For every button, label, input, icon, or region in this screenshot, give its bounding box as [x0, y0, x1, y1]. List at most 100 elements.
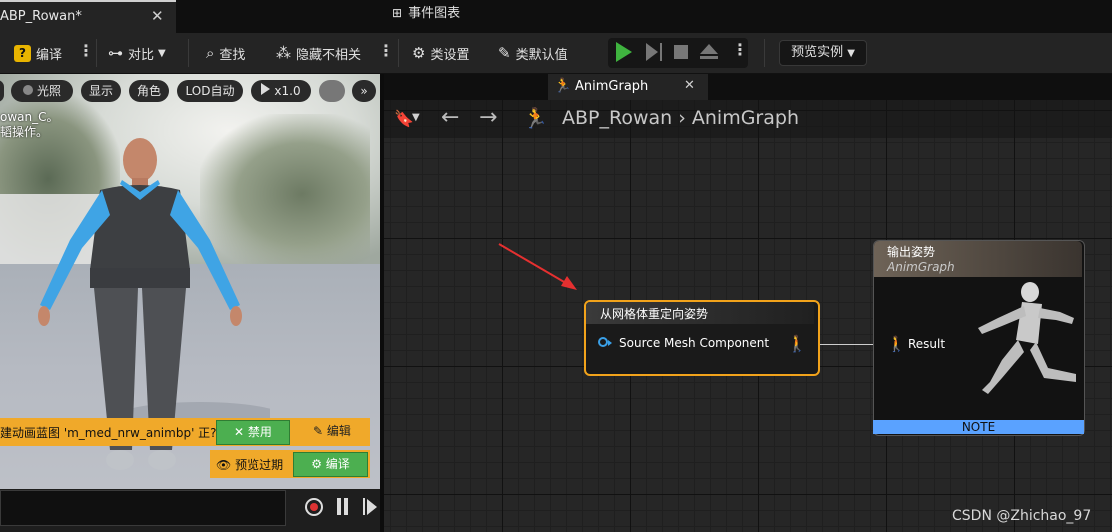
diff-label: 对比 [128, 47, 155, 63]
tab-label: 事件图表 [408, 6, 461, 21]
preview-viewport[interactable]: 光照 显示 角色 LOD自动 x1.0 » owan_C。 韬操作。 建动画蓝图… [0, 74, 380, 532]
hide-unrelated-label: 隐藏不相关 [296, 47, 362, 63]
event-graph-icon: ⊞ [392, 6, 403, 20]
stop-icon[interactable] [674, 45, 688, 59]
find-label: 查找 [219, 47, 246, 63]
class-settings-button[interactable]: ⚙ 类设置 [412, 33, 469, 73]
hide-unrelated-button[interactable]: ⁂ 隐藏不相关 [276, 33, 361, 73]
pause-icon[interactable] [337, 498, 341, 515]
close-icon[interactable]: ✕ [151, 7, 164, 25]
main-toolbar: ? 编译 ⋮ ⊶ 对比 ▼ ⌕ 查找 ⁂ 隐藏不相关 ⋮ ⚙ 类设置 ✎ 类默认… [0, 33, 1112, 74]
diff-button[interactable]: ⊶ 对比 ▼ [108, 33, 166, 73]
back-arrow-icon[interactable]: ← [441, 105, 459, 130]
lod-button[interactable]: LOD自动 [177, 80, 243, 102]
output-node-subtitle: AnimGraph [887, 260, 955, 274]
edit-button[interactable]: ✎ 编辑 [298, 420, 366, 443]
lighting-icon [22, 85, 33, 95]
disable-label: 禁用 [247, 425, 272, 439]
character-button[interactable]: 角色 [129, 80, 169, 102]
running-man-icon: 🏃 [523, 106, 548, 130]
class-defaults-button[interactable]: ✎ 类默认值 [498, 33, 568, 73]
annotation-arrow [498, 243, 577, 290]
hide-unrelated-icon: ⁂ [276, 44, 291, 62]
step-forward-bar [363, 498, 365, 515]
note-bar: NOTE [873, 420, 1084, 434]
breadcrumb-graph[interactable]: AnimGraph [692, 107, 799, 129]
play-controls: ⋮ [608, 38, 748, 68]
running-mannequin-icon [978, 282, 1076, 394]
step-icon[interactable] [646, 43, 658, 61]
play-options-icon[interactable]: ⋮ [732, 40, 748, 59]
pin-button[interactable] [319, 80, 345, 102]
breadcrumb-blueprint[interactable]: ABP_Rowan [562, 107, 672, 129]
eject-icon[interactable] [700, 44, 718, 54]
document-tab[interactable]: ABP_Rowan* ✕ [0, 0, 176, 33]
diff-icon: ⊶ [108, 44, 123, 62]
class-defaults-label: 类默认值 [515, 47, 568, 63]
tab-label: AnimGraph [575, 79, 649, 94]
forward-arrow-icon[interactable]: → [479, 105, 497, 130]
chevron-down-icon: ▼ [847, 48, 855, 59]
show-button[interactable]: 显示 [81, 80, 121, 102]
step-bar-icon [660, 43, 662, 61]
compile-preview-button[interactable]: ⚙ 编译 [293, 452, 368, 477]
pause-icon-bar [344, 498, 348, 515]
chevron-right-icon: » [360, 84, 368, 98]
disable-button[interactable]: ✕ 禁用 [216, 420, 290, 445]
pose-output-pin-icon[interactable]: 🚶 [787, 334, 807, 353]
eject-bar-icon [700, 56, 718, 59]
record-icon[interactable] [305, 498, 323, 516]
result-pin-label: Result [908, 337, 946, 351]
close-icon[interactable]: ✕ [684, 78, 695, 93]
output-node-title: 输出姿势 [887, 245, 936, 259]
find-button[interactable]: ⌕ 查找 [206, 33, 245, 73]
close-icon: ✕ [234, 425, 248, 439]
lighting-button[interactable]: 光照 [11, 80, 73, 102]
compile-status-icon: ? [14, 44, 31, 62]
running-man-icon: 🏃 [554, 78, 572, 94]
compile-options-icon[interactable]: ⋮ [78, 41, 94, 60]
chevron-down-icon: ▼ [158, 47, 166, 59]
pose-input-pin-icon[interactable]: 🚶 [887, 335, 906, 353]
timeline-scrubber[interactable] [0, 490, 286, 526]
play-icon [261, 83, 271, 95]
play-icon[interactable] [616, 42, 632, 62]
tab-anim-graph[interactable]: 🏃 AnimGraph ✕ [548, 74, 708, 100]
lod-label: LOD自动 [185, 84, 235, 98]
compile-preview-label: 编译 [325, 457, 350, 471]
overlay-line: owan_C。 [0, 110, 59, 124]
character-label: 角色 [136, 84, 161, 98]
preview-instance-label: 预览实例 [791, 45, 844, 60]
compile-button[interactable]: ? 编译 [14, 33, 62, 73]
toolbar-divider [188, 39, 189, 67]
object-pin-icon[interactable] [598, 337, 608, 347]
pencil-icon: ✎ [498, 44, 511, 62]
preview-instance-dropdown[interactable]: 预览实例 ▼ [779, 40, 867, 66]
gear-icon: ⚙ [311, 457, 326, 471]
preview-expired-label: 预览过期 [235, 458, 284, 472]
toolbar-divider [96, 39, 97, 67]
toolbar-divider [398, 39, 399, 67]
pin-arrow-icon [608, 340, 612, 346]
expand-toolbar-button[interactable]: » [352, 80, 376, 102]
toolbar-divider [764, 39, 765, 67]
search-icon: ⌕ [206, 44, 215, 62]
preview-expired-text: 👁 预览过期 [216, 456, 283, 473]
source-mesh-pin-label: Source Mesh Component [619, 336, 770, 350]
node-title: 从网格体重定向姿势 [600, 307, 709, 321]
pencil-icon: ✎ [313, 424, 327, 438]
watermark: CSDN @Zhichao_97 [952, 508, 1092, 524]
bookmark-icon[interactable]: 🔖 [394, 109, 414, 128]
play-rate-button[interactable]: x1.0 [251, 80, 311, 102]
hide-options-icon[interactable]: ⋮ [378, 41, 394, 60]
step-forward-icon[interactable] [367, 499, 377, 515]
chevron-down-icon[interactable]: ▼ [412, 112, 420, 123]
gear-icon: ⚙ [412, 44, 426, 62]
eye-icon: 👁 [216, 458, 236, 472]
edit-label: 编辑 [326, 424, 351, 438]
tab-event-graph[interactable]: ⊞ 事件图表 [392, 0, 460, 26]
graph-tab-bar [384, 74, 1112, 100]
show-label: 显示 [88, 84, 113, 98]
lighting-label: 光照 [36, 84, 61, 98]
warning-text: 建动画蓝图 'm_med_nrw_animbp' 正? [0, 426, 217, 440]
